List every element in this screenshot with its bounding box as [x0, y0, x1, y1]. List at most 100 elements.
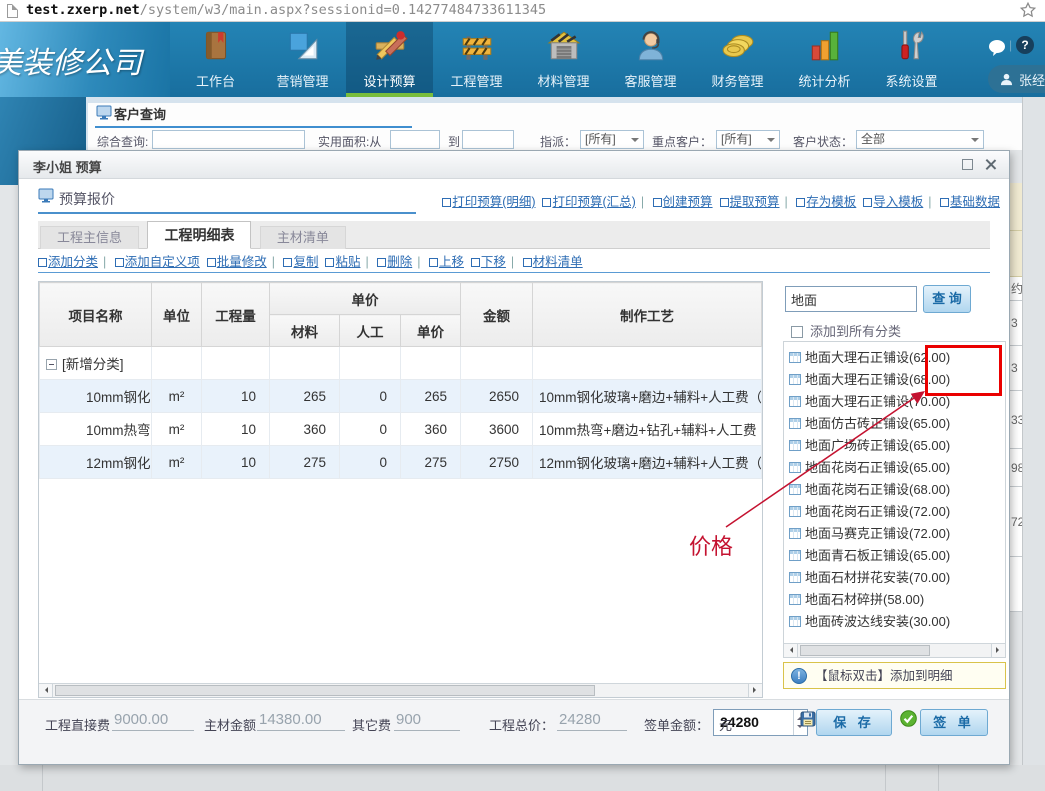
separator: | [272, 255, 275, 269]
col-header-qty[interactable]: 工程量 [202, 283, 270, 347]
paste-link[interactable]: 粘贴 [325, 255, 360, 269]
scroll-right-icon[interactable] [748, 684, 762, 697]
create-budget-link[interactable]: 创建预算 [653, 195, 713, 209]
tree-item[interactable]: 地面砖波达线安装(30.00) [784, 611, 1005, 633]
material-tree[interactable]: 地面大理石正铺设(62.00) 地面大理石正铺设(68.00) 地面大理石正铺设… [783, 341, 1006, 658]
nav-item-customer-service[interactable]: 客服管理 [607, 22, 694, 97]
import-template-link[interactable]: 导入模板 [863, 195, 923, 209]
add-custom-item-link[interactable]: 添加自定义项 [115, 255, 200, 269]
user-chip[interactable]: 张经 [988, 65, 1045, 93]
scroll-left-icon[interactable] [39, 684, 53, 697]
move-up-link[interactable]: 上移 [429, 255, 464, 269]
col-header-name[interactable]: 项目名称 [40, 283, 152, 347]
tab-project-info[interactable]: 工程主信息 [40, 226, 139, 249]
base-data-link[interactable]: 基础数据 [940, 195, 1000, 209]
tree-item[interactable]: 地面大理石正铺设(68.00) [784, 369, 1005, 391]
col-header-price-group[interactable]: 单价 [270, 283, 461, 315]
add-to-all-categories-row[interactable]: 添加到所有分类 [791, 321, 901, 340]
print-budget-summary-link[interactable]: 打印预算(汇总) [542, 195, 635, 209]
bookmark-star-icon[interactable] [1019, 1, 1037, 24]
url-path: /system/w3/main.aspx?sessionid=0.1427748… [140, 2, 546, 18]
tree-horizontal-scrollbar[interactable] [784, 643, 1005, 657]
dialog-footer: 工程直接费 9000.00 主材金额 14380.00 其它费 900 工程总价… [19, 699, 1009, 764]
col-header-unit[interactable]: 单位 [152, 283, 202, 347]
help-icon[interactable]: ? [1016, 36, 1034, 54]
main-navbar: 美装修公司 工作台 营销管理 设计预算 工程管理 材料管理 客服管理 财务管理 [0, 22, 1045, 97]
nav-item-statistics[interactable]: 统计分析 [781, 22, 868, 97]
tree-item[interactable]: 地面大理石正铺设(70.00) [784, 391, 1005, 413]
table-row[interactable]: 10mm钢化玻璃 m² 10 265 0 265 2650 10mm钢化玻璃+磨… [40, 380, 762, 413]
nav-item-materials[interactable]: 材料管理 [520, 22, 607, 97]
save-as-template-link[interactable]: 存为模板 [796, 195, 856, 209]
close-icon[interactable] [984, 158, 997, 171]
table-row[interactable]: 12mm钢化玻璃 m² 10 275 0 275 2750 12mm钢化玻璃+磨… [40, 446, 762, 479]
nav-item-workbench[interactable]: 工作台 [172, 22, 259, 97]
scroll-right-icon[interactable] [991, 644, 1005, 657]
status-dropdown[interactable]: 全部 [856, 130, 984, 149]
move-down-link[interactable]: 下移 [471, 255, 506, 269]
filter-area-label: 实用面积:从 [318, 133, 381, 150]
tree-item[interactable]: 地面马赛克正铺设(72.00) [784, 523, 1005, 545]
tree-item[interactable]: 地面青石板正铺设(65.00) [784, 545, 1005, 567]
scrollbar-thumb[interactable] [800, 645, 930, 656]
tree-item[interactable]: 地面广场砖正铺设(65.00) [784, 435, 1005, 457]
scrollbar-thumb[interactable] [55, 685, 595, 696]
material-search-input[interactable] [785, 286, 917, 312]
tab-project-detail[interactable]: 工程明细表 [147, 221, 251, 249]
nav-item-marketing[interactable]: 营销管理 [259, 22, 346, 97]
copy-link[interactable]: 复制 [283, 255, 318, 269]
agent-icon [633, 28, 669, 64]
tree-item[interactable]: 地面大理石正铺设(62.00) [784, 347, 1005, 369]
search-button[interactable]: 查 询 [923, 285, 971, 313]
collapse-icon[interactable] [46, 359, 57, 370]
grid-toolbar: 添加分类| 添加自定义项 批量修改| 复制 粘贴| 删除| 上移 下移| 材料清… [38, 251, 990, 273]
cell-qty: 10 [202, 380, 270, 413]
sign-button[interactable]: 签 单 [920, 709, 988, 736]
tree-item[interactable]: 地面花岗石正铺设(68.00) [784, 479, 1005, 501]
browser-address-bar[interactable]: test.zxerp.net/system/w3/main.aspx?sessi… [0, 0, 1045, 22]
cell-labor: 0 [340, 413, 401, 446]
grid-horizontal-scrollbar[interactable] [39, 683, 762, 697]
nav-item-design-budget[interactable]: 设计预算 [346, 22, 433, 97]
square-icon [863, 198, 872, 207]
url-text[interactable]: test.zxerp.net/system/w3/main.aspx?sessi… [26, 2, 546, 18]
dialog-titlebar[interactable]: 李小姐 预算 [19, 151, 1009, 179]
batch-edit-link[interactable]: 批量修改 [207, 255, 267, 269]
keyword-input[interactable] [152, 130, 305, 149]
vip-dropdown[interactable]: [所有] [716, 130, 780, 149]
tree-item[interactable]: 地面花岗石正铺设(72.00) [784, 501, 1005, 523]
category-row[interactable]: [新增分类] [40, 347, 762, 380]
budget-action-links: 打印预算(明细) 打印预算(汇总)| 创建预算 提取预算| 存为模板 导入模板|… [442, 191, 1000, 210]
table-row[interactable]: 10mm热弯 m² 10 360 0 360 3600 10mm热弯+磨边+钻孔… [40, 413, 762, 446]
tree-item[interactable]: 地面花岗石正铺设(65.00) [784, 457, 1005, 479]
tab-main-materials[interactable]: 主材清单 [260, 226, 346, 249]
add-category-link[interactable]: 添加分类 [38, 255, 98, 269]
cell-material: 265 [270, 380, 340, 413]
tree-item[interactable]: 地面石材拼花安装(70.00) [784, 567, 1005, 589]
page-background-bottom [0, 765, 1045, 791]
nav-item-project[interactable]: 工程管理 [433, 22, 520, 97]
nav-item-settings[interactable]: 系统设置 [868, 22, 955, 97]
scroll-left-icon[interactable] [784, 644, 798, 657]
print-budget-detail-link[interactable]: 打印预算(明细) [442, 195, 535, 209]
chevron-down-icon [767, 138, 775, 146]
tree-item[interactable]: 地面石材碎拼(58.00) [784, 589, 1005, 611]
col-header-amount[interactable]: 金额 [461, 283, 533, 347]
col-header-price[interactable]: 单价 [401, 315, 461, 347]
area-from-input[interactable] [390, 130, 440, 149]
col-header-labor[interactable]: 人工 [340, 315, 401, 347]
material-list-link[interactable]: 材料清单 [523, 255, 583, 269]
checkbox-icon[interactable] [791, 326, 803, 338]
area-to-input[interactable] [462, 130, 514, 149]
delete-link[interactable]: 删除 [377, 255, 412, 269]
coins-icon [720, 28, 756, 64]
message-bubble-icon[interactable] [987, 38, 1007, 63]
assign-dropdown[interactable]: [所有] [580, 130, 644, 149]
col-header-craft[interactable]: 制作工艺 [533, 283, 762, 347]
nav-item-finance[interactable]: 财务管理 [694, 22, 781, 97]
tree-item[interactable]: 地面仿古砖正铺设(65.00) [784, 413, 1005, 435]
maximize-icon[interactable] [962, 159, 973, 170]
col-header-material[interactable]: 材料 [270, 315, 340, 347]
save-button[interactable]: 保 存 [816, 709, 892, 736]
extract-budget-link[interactable]: 提取预算 [720, 195, 780, 209]
